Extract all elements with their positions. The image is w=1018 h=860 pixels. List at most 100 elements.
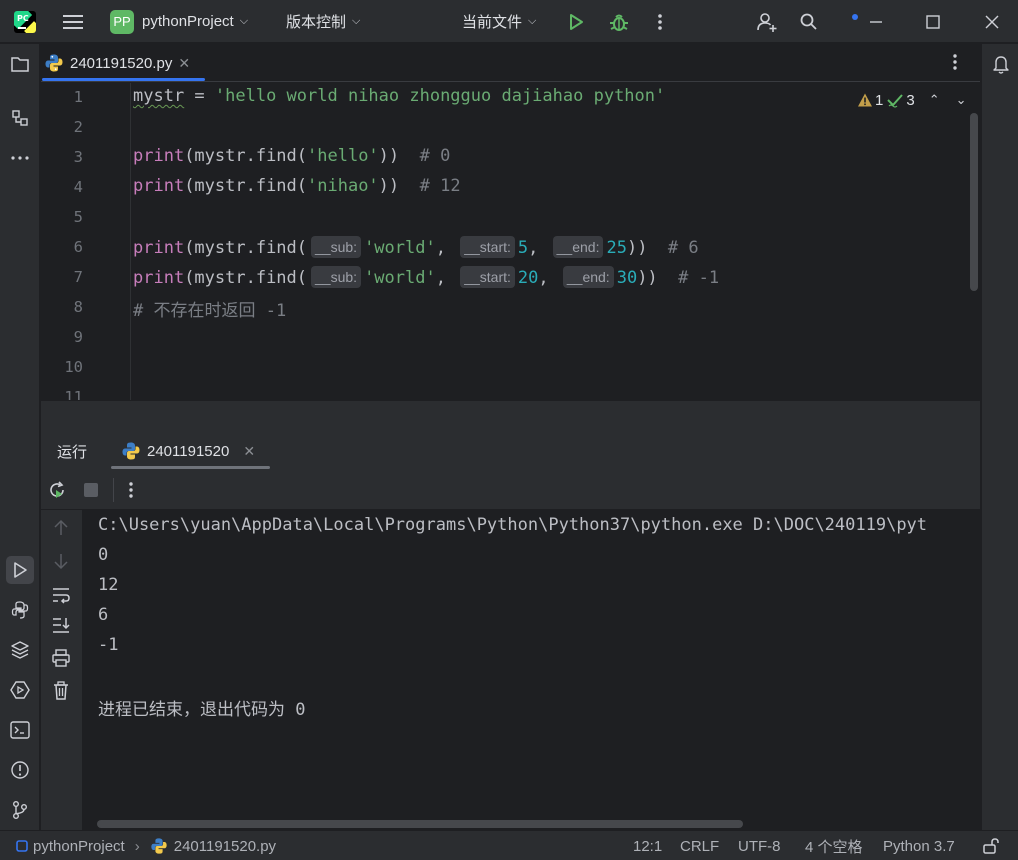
line-number: 7 xyxy=(73,268,83,286)
project-tool-button[interactable] xyxy=(6,50,34,78)
debug-button[interactable] xyxy=(608,0,630,43)
chevron-down-icon: ⌵ xyxy=(528,15,537,27)
more-tools-button[interactable] xyxy=(6,144,34,172)
python-interpreter[interactable]: Python 3.7 xyxy=(883,831,955,860)
read-only-toggle[interactable] xyxy=(982,831,1000,860)
run-icon xyxy=(14,562,27,578)
stop-button[interactable] xyxy=(83,482,99,501)
arrow-up-icon xyxy=(54,519,68,535)
tab-options-button[interactable] xyxy=(949,52,961,75)
number-literal: 30 xyxy=(616,268,638,288)
code-comment: # 0 xyxy=(419,146,451,166)
breadcrumb-project[interactable]: pythonProject xyxy=(33,838,125,855)
code-line-8: # 不存在时返回 -1 xyxy=(133,296,286,321)
vcs-label: 版本控制 xyxy=(286,14,347,31)
close-icon[interactable]: ✕ xyxy=(178,55,190,72)
breadcrumb[interactable]: pythonProject › 2401191520.py xyxy=(16,831,276,860)
run-tool-button[interactable] xyxy=(6,556,34,584)
left-tool-strip xyxy=(0,44,40,830)
chevron-down-icon: ⌵ xyxy=(352,15,361,27)
console-line: 12 xyxy=(98,575,119,595)
print-button[interactable] xyxy=(51,649,71,670)
python-console-button[interactable] xyxy=(6,596,34,624)
run-toolbar xyxy=(41,470,980,510)
maximize-button[interactable] xyxy=(926,0,940,43)
more-vertical-icon xyxy=(129,482,133,498)
number-literal: 20 xyxy=(517,268,539,288)
python-packages-button[interactable] xyxy=(6,636,34,664)
printer-icon xyxy=(52,649,70,667)
clear-all-button[interactable] xyxy=(52,681,70,704)
add-user-icon xyxy=(757,12,777,32)
tab-editor-file[interactable]: 2401191520.py ✕ xyxy=(44,49,190,77)
caret-position[interactable]: 12:1 xyxy=(633,831,662,860)
python-icon xyxy=(11,601,29,619)
soft-wrap-button[interactable] xyxy=(51,586,71,607)
line-number: 2 xyxy=(73,118,83,136)
lock-open-icon xyxy=(983,838,999,854)
maximize-icon xyxy=(926,14,940,29)
line-separator[interactable]: CRLF xyxy=(680,831,719,860)
check-icon xyxy=(887,94,904,108)
string-literal: 'nihao' xyxy=(307,176,379,196)
services-button[interactable] xyxy=(6,676,34,704)
inspections-widget[interactable]: 1 3 ⌃ ⌄ xyxy=(857,90,967,110)
vcs-widget[interactable]: 版本控制 ⌵ xyxy=(286,0,360,43)
editor-scrollbar[interactable] xyxy=(970,113,978,291)
chevron-up-icon[interactable]: ⌃ xyxy=(929,92,940,108)
services-icon xyxy=(10,681,30,699)
arrow-down-icon xyxy=(54,554,68,570)
number-literal: 5 xyxy=(517,238,529,258)
tab-label: 2401191520.py xyxy=(70,54,173,72)
more-actions-button[interactable] xyxy=(654,0,666,43)
close-window-button[interactable] xyxy=(985,0,999,43)
rerun-icon xyxy=(50,481,64,498)
code-comment: # 12 xyxy=(419,176,461,196)
indent-setting[interactable]: 4 个空格 xyxy=(805,831,863,860)
code-token: )) xyxy=(378,176,420,196)
breadcrumb-file[interactable]: 2401191520.py xyxy=(174,838,276,855)
file-encoding[interactable]: UTF-8 xyxy=(738,831,781,860)
parameter-hint: __end: xyxy=(552,236,604,258)
run-console-output[interactable]: C:\Users\yuan\AppData\Local\Programs\Pyt… xyxy=(83,510,980,830)
panel-splitter[interactable] xyxy=(41,400,980,432)
scroll-down-button[interactable] xyxy=(52,551,70,574)
soft-wrap-icon xyxy=(53,588,70,604)
run-more-button[interactable] xyxy=(125,480,137,503)
add-user-button[interactable] xyxy=(756,0,778,43)
search-icon xyxy=(800,13,817,30)
rerun-button[interactable] xyxy=(47,480,67,503)
line-number: 5 xyxy=(73,208,83,226)
search-button[interactable] xyxy=(799,0,819,43)
string-literal: 'world' xyxy=(364,268,436,288)
status-bar: pythonProject › 2401191520.py 12:1 CRLF … xyxy=(0,830,1018,860)
scroll-to-end-button[interactable] xyxy=(51,616,71,637)
scroll-up-button[interactable] xyxy=(52,518,70,541)
terminal-button[interactable] xyxy=(6,716,34,744)
structure-tool-button[interactable] xyxy=(6,104,34,132)
git-button[interactable] xyxy=(6,796,34,824)
line-number: 1 xyxy=(73,88,83,106)
close-icon[interactable]: ✕ xyxy=(243,443,255,460)
run-side-toolbar xyxy=(41,510,83,830)
code-token: , xyxy=(435,238,457,258)
gutter-divider xyxy=(130,83,131,400)
code-token: )) xyxy=(378,146,420,166)
pycharm-logo[interactable]: PC xyxy=(14,0,36,43)
project-widget[interactable]: PP pythonProject ⌵ xyxy=(110,0,248,43)
line-number: 9 xyxy=(73,328,83,346)
code-editor[interactable]: 1 2 3 4 5 6 7 8 9 10 11 mystr = 'hello w… xyxy=(41,83,980,400)
code-token: , xyxy=(538,268,559,288)
tab-run-config[interactable]: 2401191520 ✕ xyxy=(121,432,255,470)
run-config-selector[interactable]: 当前文件 ⌵ xyxy=(462,0,536,43)
code-line-3: print(mystr.find('hello')) # 0 xyxy=(133,146,450,166)
chevron-down-icon[interactable]: ⌄ xyxy=(956,92,967,108)
main-menu-button[interactable] xyxy=(62,0,84,43)
notifications-button[interactable] xyxy=(987,50,1015,78)
project-badge: PP xyxy=(110,9,134,34)
run-config-label: 当前文件 xyxy=(462,14,523,31)
console-horizontal-scrollbar[interactable] xyxy=(97,820,743,828)
problems-button[interactable] xyxy=(6,756,34,784)
run-button[interactable] xyxy=(566,0,586,43)
minimize-button[interactable] xyxy=(850,0,886,43)
